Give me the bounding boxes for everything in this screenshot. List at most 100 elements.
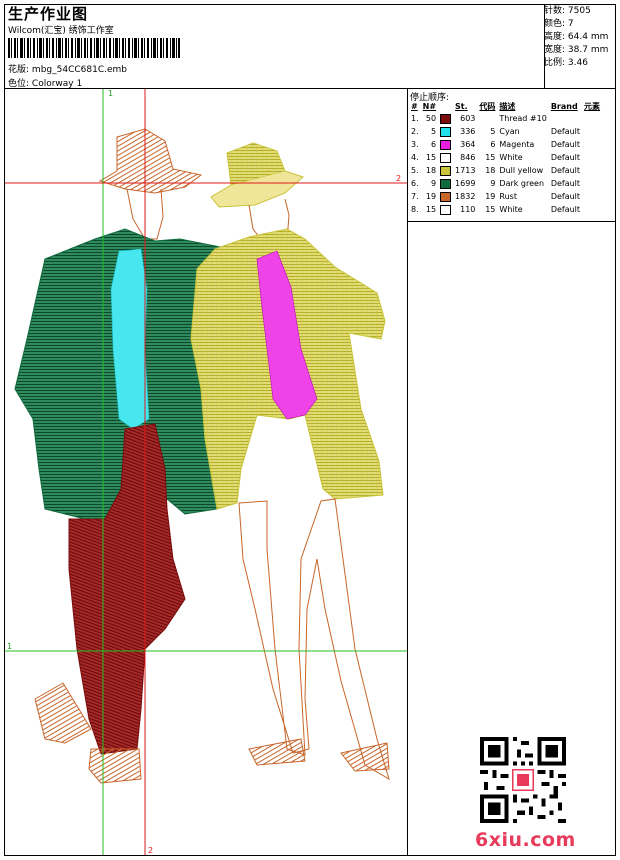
col-swatch: [438, 100, 453, 112]
left-shoe-2: [88, 748, 142, 784]
col-elem: 元素: [584, 101, 601, 111]
spec-colors: 颜色: 7: [544, 19, 574, 29]
color-swatch: [440, 191, 452, 202]
col-num: #: [411, 101, 418, 111]
watermark-text: 6xiu.com: [475, 829, 576, 851]
barcode: [8, 38, 180, 58]
thread-row: 8. 15 110 15 White Default: [409, 203, 602, 216]
thread-desc: Magenta: [499, 140, 535, 149]
thread-code: 6: [490, 140, 496, 149]
right-shoe-1: [248, 738, 306, 766]
col-code: 代码: [479, 101, 496, 111]
col-desc: 描述: [499, 101, 516, 111]
thread-code: [477, 112, 497, 125]
thread-brand: Default: [550, 140, 581, 149]
color-swatch: [440, 126, 452, 137]
right-hat: [210, 142, 304, 208]
thread-elem: [582, 138, 602, 151]
thread-color-swatch: [438, 112, 453, 125]
thread-code: 15: [485, 205, 496, 214]
thread-code: 19: [485, 192, 496, 201]
left-shoe-1: [34, 682, 92, 744]
thread-elem: [582, 112, 602, 125]
thread-desc: White: [499, 153, 523, 162]
thread-brand: Default: [550, 153, 581, 162]
thread-st: 1832: [455, 192, 476, 201]
design-label: 花版:: [8, 65, 30, 75]
thread-brand: Default: [550, 179, 581, 188]
thread-color-swatch: [438, 125, 453, 138]
thread-elem: [582, 125, 602, 138]
thread-n: 15: [425, 205, 437, 214]
embroidery-preview: 1 1 2 2: [5, 89, 407, 855]
thread-elem: [582, 177, 602, 190]
thread-row: 6. 9 1699 9 Dark green Default: [409, 177, 602, 190]
thread-num: 8.: [411, 205, 419, 214]
thread-brand: Default: [550, 205, 581, 214]
thread-num: 7.: [411, 192, 419, 201]
spec-scale: 比例: 3.46: [544, 58, 588, 68]
thread-table-divider: [407, 221, 616, 222]
thread-st: 1713: [455, 166, 476, 175]
guide-green-h-label: 1: [7, 642, 12, 651]
specs-panel: 针数: 7505 颜色: 7 高度: 64.4 mm 宽度: 38.7 mm 比…: [544, 5, 616, 70]
thread-table: # N# St. 代码 描述 Brand 元素 1. 50 603 Thread #1…: [409, 100, 602, 216]
color-swatch: [440, 139, 452, 150]
panel-divider: [407, 88, 408, 856]
color-swatch: [440, 113, 452, 124]
thread-code: 15: [485, 153, 496, 162]
spec-width: 宽度: 38.7 mm: [544, 45, 609, 55]
right-shoe-2: [340, 742, 390, 772]
thread-row: 2. 5 336 5 Cyan Default: [409, 125, 602, 138]
col-brand: Brand: [550, 101, 578, 111]
col-st: St.: [455, 101, 468, 111]
design-filename: mbg_54CC681C.emb: [31, 65, 127, 75]
guide-red-h-label: 2: [396, 174, 401, 183]
thread-table-header: # N# St. 代码 描述 Brand 元素: [409, 100, 602, 112]
thread-st: 603: [460, 114, 476, 123]
color-swatch: [440, 204, 452, 215]
thread-code: 18: [485, 166, 496, 175]
thread-desc: Thread #10: [499, 114, 547, 123]
spec-stitches: 针数: 7505: [544, 6, 591, 16]
thread-color-swatch: [438, 151, 453, 164]
page-title: 生产作业图: [8, 5, 89, 23]
color-swatch: [440, 152, 452, 163]
thread-brand: [549, 112, 582, 125]
thread-num: 1.: [411, 114, 419, 123]
thread-brand: Default: [550, 166, 581, 175]
thread-num: 4.: [411, 153, 419, 162]
thread-n: 19: [425, 192, 437, 201]
thread-n: 15: [425, 153, 437, 162]
thread-desc: Dark green: [499, 179, 545, 188]
design-file-line: 花版: mbg_54CC681C.emb: [8, 62, 127, 75]
thread-num: 3.: [411, 140, 419, 149]
thread-n: 50: [425, 114, 437, 123]
thread-n: 18: [425, 166, 437, 175]
thread-brand: Default: [550, 192, 581, 201]
thread-st: 336: [460, 127, 476, 136]
thread-elem: [582, 203, 602, 216]
thread-elem: [582, 164, 602, 177]
thread-color-swatch: [438, 190, 453, 203]
thread-row: 5. 18 1713 18 Dull yellow Default: [409, 164, 602, 177]
thread-color-swatch: [438, 203, 453, 216]
thread-n: 5: [430, 127, 437, 136]
thread-color-swatch: [438, 138, 453, 151]
thread-row: 3. 6 364 6 Magenta Default: [409, 138, 602, 151]
thread-color-swatch: [438, 177, 453, 190]
color-swatch: [440, 178, 452, 189]
thread-n: 9: [430, 179, 437, 188]
thread-elem: [582, 190, 602, 203]
thread-color-swatch: [438, 164, 453, 177]
guide-red-v-label: 2: [148, 846, 153, 855]
thread-row: 7. 19 1832 19 Rust Default: [409, 190, 602, 203]
thread-n: 6: [430, 140, 437, 149]
thread-row: 1. 50 603 Thread #10: [409, 112, 602, 125]
thread-elem: [582, 151, 602, 164]
thread-st: 1699: [455, 179, 476, 188]
thread-st: 110: [460, 205, 476, 214]
spec-height: 高度: 64.4 mm: [544, 32, 609, 42]
thread-num: 6.: [411, 179, 419, 188]
col-n: N#: [422, 101, 437, 111]
